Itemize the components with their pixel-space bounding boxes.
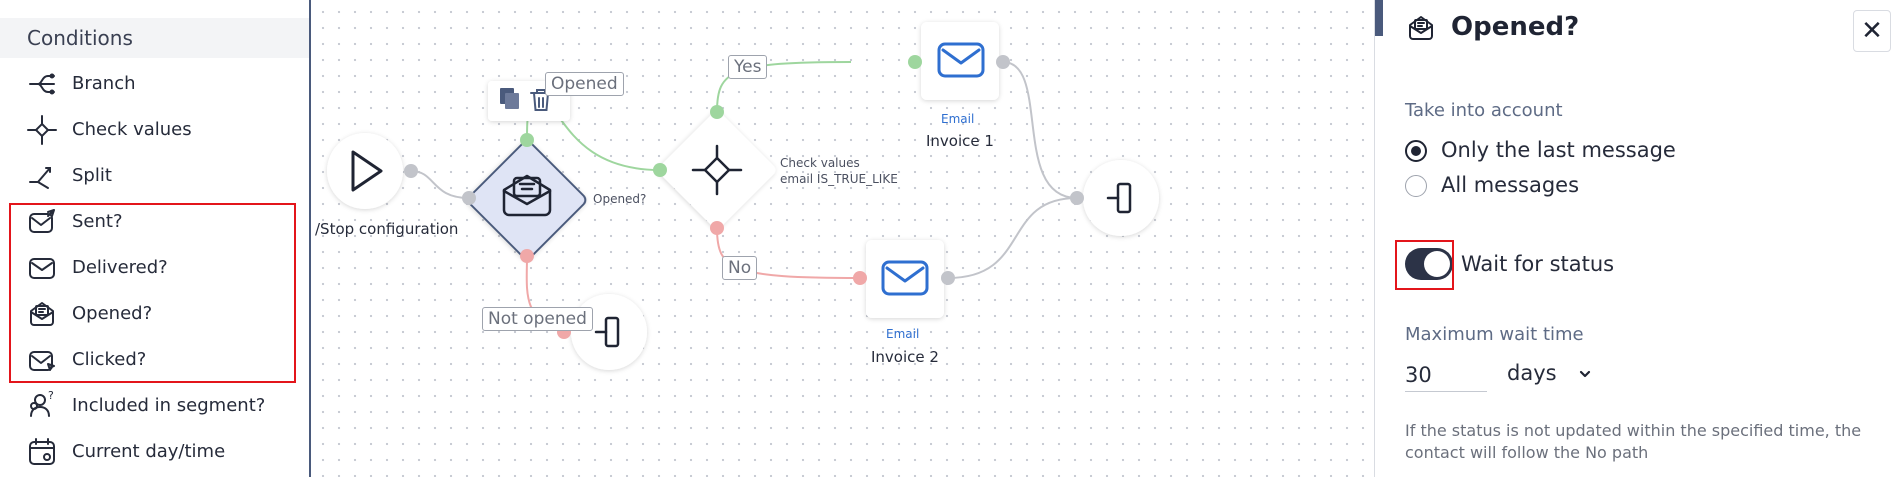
panel-accent-bar bbox=[1375, 0, 1383, 36]
check-values-expression: email IS_TRUE_LIKE bbox=[780, 172, 898, 186]
email1-name: Invoice 1 bbox=[926, 132, 994, 150]
take-into-account-label: Take into account bbox=[1405, 100, 1563, 121]
opened-icon bbox=[30, 302, 54, 326]
edge-start-to-opened bbox=[410, 170, 470, 199]
wait-unit-select[interactable]: days bbox=[1507, 358, 1627, 392]
sidebar-item-clicked[interactable]: Clicked? bbox=[0, 338, 309, 382]
svg-text:?: ? bbox=[48, 390, 54, 402]
sidebar-item-segment[interactable]: ? Included in segment? bbox=[0, 384, 309, 428]
edge-email2-to-end bbox=[947, 197, 1078, 279]
sidebar-item-opened[interactable]: Opened? bbox=[0, 292, 309, 336]
panel-title: Opened? bbox=[1451, 12, 1580, 42]
sidebar-item-branch[interactable]: Branch bbox=[0, 62, 309, 106]
properties-panel: Opened? ✕ Take into account Only the las… bbox=[1374, 0, 1901, 477]
close-button[interactable]: ✕ bbox=[1853, 10, 1891, 52]
opened-node-label: Opened? bbox=[593, 192, 647, 206]
help-text: If the status is not updated within the … bbox=[1405, 421, 1862, 462]
sidebar-item-label: Sent? bbox=[72, 211, 123, 232]
sidebar-item-label: Delivered? bbox=[72, 257, 168, 278]
clicked-icon bbox=[29, 351, 55, 371]
check-values-node[interactable] bbox=[653, 105, 778, 235]
chevron-down-icon bbox=[1579, 370, 1591, 378]
branch-icon bbox=[29, 73, 55, 95]
sidebar-item-label: Check values bbox=[72, 119, 192, 140]
sidebar-item-label: Included in segment? bbox=[72, 395, 266, 416]
edge-label-opened: Opened bbox=[545, 72, 624, 96]
sidebar-item-delivered[interactable]: Delivered? bbox=[0, 246, 309, 290]
end-node-final[interactable] bbox=[1070, 160, 1159, 236]
email-node-2[interactable] bbox=[853, 240, 955, 318]
opened-icon bbox=[1409, 16, 1433, 40]
radio-label: All messages bbox=[1441, 173, 1580, 197]
segment-icon: ? bbox=[30, 390, 54, 417]
sent-icon bbox=[29, 209, 55, 233]
sidebar-item-label: Split bbox=[72, 165, 112, 186]
sidebar-item-sent[interactable]: Sent? bbox=[0, 200, 309, 244]
sidebar-item-split[interactable]: Split bbox=[0, 154, 309, 198]
email2-type: Email bbox=[886, 327, 920, 341]
email-node-1[interactable] bbox=[908, 22, 1010, 100]
conditions-header: Conditions bbox=[0, 18, 309, 58]
wait-unit-value: days bbox=[1507, 361, 1557, 385]
sidebar-item-label: Opened? bbox=[72, 303, 153, 324]
email1-type: Email bbox=[941, 112, 975, 126]
radio-button[interactable] bbox=[1405, 175, 1427, 197]
delivered-icon bbox=[29, 258, 55, 279]
close-icon: ✕ bbox=[1861, 16, 1883, 46]
conditions-header-label: Conditions bbox=[27, 26, 133, 50]
wait-for-status-toggle[interactable] bbox=[1405, 248, 1453, 280]
radio-only-last-message[interactable]: Only the last message bbox=[1405, 136, 1685, 166]
email2-name: Invoice 2 bbox=[871, 348, 939, 366]
end-node-not-opened[interactable] bbox=[557, 294, 647, 370]
radio-button-checked[interactable] bbox=[1405, 140, 1427, 162]
conditions-sidebar: Conditions Branch Check values Split Sen… bbox=[0, 0, 311, 477]
check-values-icon bbox=[27, 115, 57, 145]
max-wait-label: Maximum wait time bbox=[1405, 324, 1584, 345]
sidebar-item-label: Branch bbox=[72, 73, 136, 94]
max-wait-input[interactable] bbox=[1405, 358, 1487, 392]
sidebar-item-current-day-time[interactable]: Current day/time bbox=[0, 430, 309, 474]
edge-label-not-opened: Not opened bbox=[482, 307, 593, 331]
calendar-icon bbox=[29, 438, 55, 465]
edge-label-no: No bbox=[722, 256, 758, 280]
workflow-graph bbox=[327, 22, 1159, 370]
check-values-title: Check values bbox=[780, 156, 860, 170]
edge-label-yes: Yes bbox=[728, 55, 768, 79]
sidebar-item-label: Current day/time bbox=[72, 441, 226, 462]
sidebar-item-label: Clicked? bbox=[72, 349, 147, 370]
workflow-canvas[interactable]: Opened /Stop configuration Opened? Not o… bbox=[311, 0, 1374, 477]
radio-label: Only the last message bbox=[1441, 138, 1676, 162]
opened-condition-node[interactable] bbox=[462, 133, 588, 263]
start-node-label: /Stop configuration bbox=[315, 220, 459, 238]
radio-all-messages[interactable]: All messages bbox=[1405, 171, 1605, 201]
sidebar-item-check-values[interactable]: Check values bbox=[0, 108, 309, 152]
edge-email1-to-end bbox=[1002, 61, 1078, 199]
wait-for-status-label: Wait for status bbox=[1461, 252, 1615, 276]
start-node[interactable] bbox=[327, 133, 418, 209]
split-icon bbox=[29, 167, 51, 189]
